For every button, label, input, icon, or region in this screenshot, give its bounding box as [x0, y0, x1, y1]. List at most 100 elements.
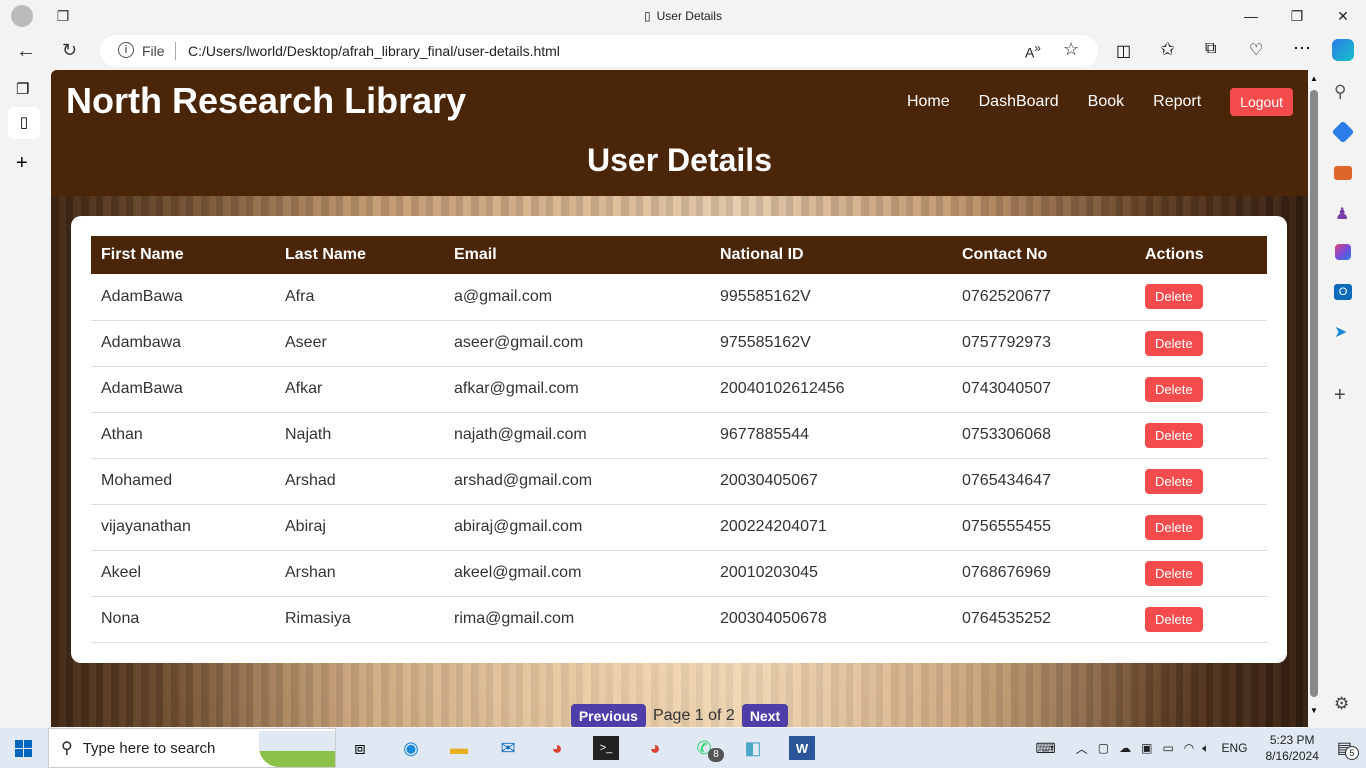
favorites-icon[interactable]: ✩ — [1160, 39, 1175, 60]
show-hidden-icon[interactable]: ︿ — [1076, 740, 1088, 757]
col-last-name: Last Name — [275, 236, 444, 274]
chrome-icon[interactable]: ◕ — [544, 736, 570, 760]
nav-book[interactable]: Book — [1088, 93, 1124, 111]
more-menu-icon[interactable]: ⋯ — [1293, 38, 1311, 59]
clock-date: 8/16/2024 — [1265, 749, 1319, 763]
active-tab-icon[interactable]: ▯ — [8, 107, 40, 139]
onedrive-icon[interactable]: ☁ — [1119, 741, 1131, 755]
taskbar: ⚲ Type here to search ⧈ ◉ ▬ ✉ ◕ >_ ◕ ✆ 8… — [0, 728, 1366, 768]
col-first-name: First Name — [91, 236, 275, 274]
cell-contact-no: 0756555455 — [952, 504, 1135, 551]
cell-actions: Delete — [1135, 550, 1267, 597]
copilot-icon[interactable] — [1332, 39, 1354, 61]
col-email: Email — [444, 236, 710, 274]
tools-toolbox-icon[interactable] — [1334, 166, 1352, 180]
sidebar-settings-icon[interactable]: ⚙ — [1334, 694, 1349, 714]
send-icon[interactable]: ➤ — [1334, 322, 1347, 342]
cell-last-name: Rimasiya — [275, 596, 444, 643]
previous-button[interactable]: Previous — [570, 704, 646, 727]
col-contact-no: Contact No — [952, 236, 1135, 274]
sidebar-search-icon[interactable]: ⚲ — [1334, 82, 1346, 102]
favorite-star-icon[interactable]: ☆ — [1063, 39, 1079, 60]
taskbar-search[interactable]: ⚲ Type here to search — [48, 728, 336, 768]
antivirus-icon[interactable]: ▣ — [1141, 741, 1152, 755]
url-divider — [175, 42, 176, 60]
cell-national-id: 20030405067 — [710, 458, 952, 505]
terminal-icon[interactable]: >_ — [593, 736, 619, 760]
minimize-button[interactable]: — — [1236, 6, 1266, 26]
close-button[interactable]: ✕ — [1328, 6, 1358, 26]
cell-email: abiraj@gmail.com — [444, 504, 710, 551]
edge-app-icon[interactable]: ◉ — [398, 736, 424, 760]
refresh-icon[interactable]: ↻ — [62, 40, 77, 61]
cell-first-name: Adambawa — [91, 320, 275, 367]
scroll-up-arrow[interactable]: ▲ — [1310, 74, 1318, 83]
office-icon[interactable] — [1335, 244, 1351, 260]
delete-button[interactable]: Delete — [1145, 560, 1203, 586]
battery-icon[interactable]: ▭ — [1162, 741, 1173, 755]
cell-first-name: Mohamed — [91, 458, 275, 505]
mail-icon[interactable]: ✉ — [495, 736, 521, 760]
next-button[interactable]: Next — [741, 704, 789, 727]
cell-email: aseer@gmail.com — [444, 320, 710, 367]
page-title: User Details — [587, 142, 772, 178]
cell-contact-no: 0762520677 — [952, 274, 1135, 321]
cell-email: akeel@gmail.com — [444, 550, 710, 597]
cell-first-name: AdamBawa — [91, 366, 275, 413]
cell-national-id: 20040102612456 — [710, 366, 952, 413]
page-viewport: North Research Library Home DashBoard Bo… — [51, 70, 1308, 727]
delete-button[interactable]: Delete — [1145, 284, 1203, 310]
scroll-down-arrow[interactable]: ▼ — [1310, 706, 1318, 715]
shopping-tag-icon[interactable] — [1331, 120, 1355, 144]
generic-app-icon[interactable]: ◧ — [740, 736, 766, 760]
delete-button[interactable]: Delete — [1145, 514, 1203, 540]
logout-button[interactable]: Logout — [1230, 88, 1293, 116]
clock[interactable]: 5:23 PM 8/16/2024 — [1265, 732, 1318, 764]
address-bar[interactable]: i File C:/Users/lworld/Desktop/afrah_lib… — [100, 35, 1098, 67]
language-indicator[interactable]: ENG — [1221, 741, 1247, 755]
meet-now-icon[interactable]: ▢ — [1098, 741, 1109, 755]
nav-home[interactable]: Home — [907, 93, 950, 111]
pagination: Previous Page 1 of 2 Next — [51, 704, 1308, 727]
file-explorer-icon[interactable]: ▬ — [446, 736, 472, 760]
split-screen-icon[interactable]: ◫ — [1116, 41, 1131, 61]
search-icon: ⚲ — [61, 740, 73, 757]
nav-report[interactable]: Report — [1153, 93, 1201, 111]
keyboard-icon[interactable]: ⌨ — [1036, 740, 1056, 757]
windows-start-icon[interactable] — [15, 740, 32, 757]
cell-email: najath@gmail.com — [444, 412, 710, 459]
cell-national-id: 200304050678 — [710, 596, 952, 643]
delete-button[interactable]: Delete — [1145, 606, 1203, 632]
new-tab-icon[interactable]: + — [16, 152, 28, 175]
delete-button[interactable]: Delete — [1145, 422, 1203, 448]
scrollbar-thumb[interactable] — [1310, 90, 1318, 697]
vertical-tabs-rail: ❐ ▯ + — [0, 70, 50, 727]
cell-email: rima@gmail.com — [444, 596, 710, 643]
site-nav: Home DashBoard Book Report Logout — [878, 88, 1293, 116]
table-row: AdamBawa Afra a@gmail.com 995585162V 0762520… — [91, 274, 1267, 321]
collections-icon[interactable]: ⧉ — [1205, 40, 1216, 58]
nav-dashboard[interactable]: DashBoard — [979, 93, 1059, 111]
table-row: Mohamed Arshad arshad@gmail.com 20030405067… — [91, 458, 1267, 505]
delete-button[interactable]: Delete — [1145, 376, 1203, 402]
read-aloud-icon[interactable]: A» — [1025, 42, 1041, 61]
browser-essentials-icon[interactable]: ♡ — [1249, 40, 1263, 60]
table-row: Athan Najath najath@gmail.com 9677885544 075… — [91, 412, 1267, 459]
cell-first-name: vijayanathan — [91, 504, 275, 551]
back-icon[interactable]: ← — [16, 40, 36, 63]
games-icon[interactable]: ♟ — [1335, 204, 1349, 224]
add-sidebar-app-icon[interactable]: + — [1334, 384, 1346, 407]
wifi-icon[interactable]: ◠ — [1184, 741, 1194, 755]
volume-icon[interactable]: 🔈︎ — [1202, 741, 1209, 756]
tab-actions-icon[interactable]: ❐ — [16, 80, 29, 98]
chrome-profile-icon[interactable]: ◕ — [642, 736, 668, 760]
info-icon[interactable]: i — [118, 42, 134, 58]
word-icon[interactable]: W — [789, 736, 815, 760]
maximize-button[interactable]: ❐ — [1282, 6, 1312, 26]
notifications-icon[interactable]: ▤ 5 — [1337, 738, 1359, 760]
edge-sidebar: ⚲ ♟ O ➤ + ⚙ — [1320, 70, 1366, 727]
task-view-icon[interactable]: ⧈ — [347, 736, 373, 760]
outlook-icon[interactable]: O — [1334, 284, 1352, 300]
delete-button[interactable]: Delete — [1145, 330, 1203, 356]
delete-button[interactable]: Delete — [1145, 468, 1203, 494]
